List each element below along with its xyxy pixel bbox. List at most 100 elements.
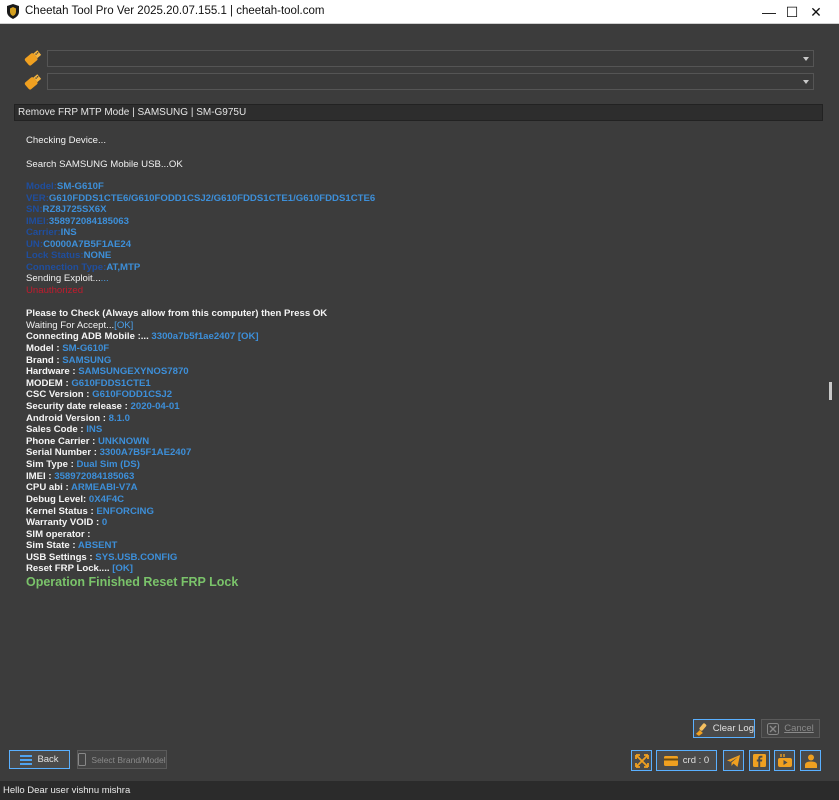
log-line: Lock Status:NONE	[26, 250, 111, 261]
log-value: ABSENT	[77, 540, 118, 551]
log-line: Sales Code : INS	[26, 424, 102, 435]
expand-button[interactable]	[631, 750, 652, 771]
credits-button[interactable]: crd : 0	[656, 750, 717, 771]
log-label: Security date release :	[26, 401, 131, 412]
chevron-down-icon	[803, 57, 809, 61]
shield-logo-icon	[7, 4, 19, 19]
log-line: Checking Device...	[26, 135, 106, 146]
youtube-icon	[777, 754, 792, 767]
log-line: Android Version : 8.1.0	[26, 413, 130, 424]
log-line: Warranty VOID : 0	[26, 517, 107, 528]
menu-icon	[20, 754, 33, 765]
log-line: UN:C0000A7B5F1AE24	[26, 239, 131, 250]
log-label: MODEM :	[26, 378, 72, 389]
log-line: Phone Carrier : UNKNOWN	[26, 436, 149, 447]
log-line: Serial Number : 3300A7B5F1AE2407	[26, 447, 191, 458]
log-value: SYS.USB.CONFIG	[95, 552, 178, 563]
log-value: 3300A7B5F1AE2407	[99, 447, 192, 458]
usb-port-select-1[interactable]	[47, 50, 814, 67]
cancel-button[interactable]: Cancel	[761, 719, 820, 738]
log-label: Connecting ADB Mobile :...	[26, 331, 152, 342]
log-value: C0000A7B5F1AE24	[43, 239, 132, 250]
close-button[interactable]: ✕	[793, 0, 839, 24]
log-label: Phone Carrier :	[26, 436, 98, 447]
log-line: VER:G610FDDS1CTE6/G610FODD1CSJ2/G610FDDS…	[26, 193, 375, 204]
telegram-button[interactable]	[723, 750, 744, 771]
log-label: Please to Check (Always allow from this …	[26, 308, 328, 319]
log-value: Dual Sim (DS)	[76, 459, 140, 470]
window-title: Cheetah Tool Pro Ver 2025.20.07.155.1 | …	[25, 5, 325, 17]
log-line: CPU abi : ARMEABI-V7A	[26, 482, 138, 493]
log-label: Warranty VOID :	[26, 517, 102, 528]
log-line: Sim Type : Dual Sim (DS)	[26, 459, 140, 470]
log-label: Connection Type:	[26, 262, 107, 273]
log-value: NONE	[83, 250, 112, 261]
log-line: Brand : SAMSUNG	[26, 355, 111, 366]
log-label: Checking Device...	[26, 135, 106, 146]
youtube-button[interactable]	[774, 750, 795, 771]
log-label: IMEI:	[26, 216, 49, 227]
facebook-icon	[753, 754, 766, 767]
select-brand-model-button[interactable]: Select Brand/Model	[77, 750, 167, 769]
log-panel[interactable]: Checking Device... Search SAMSUNG Mobile …	[14, 122, 823, 718]
log-line: IMEI : 358972084185063	[26, 471, 134, 482]
mode-bar: Remove FRP MTP Mode | SAMSUNG | SM-G975U	[14, 104, 823, 121]
log-value: SM-G610F	[56, 181, 104, 192]
log-line: Please to Check (Always allow from this …	[26, 308, 327, 319]
facebook-button[interactable]	[749, 750, 770, 771]
log-label: Debug Level:	[26, 494, 89, 505]
log-line: CSC Version : G610FODD1CSJ2	[26, 389, 172, 400]
log-value: G610FDDS1CTE6/G610FODD1CSJ2/G610FDDS1CTE…	[48, 193, 376, 204]
log-label: CPU abi :	[26, 482, 71, 493]
log-value: 8.1.0	[108, 413, 130, 424]
select-brand-model-label: Select Brand/Model	[91, 754, 166, 765]
back-button[interactable]: Back	[9, 750, 70, 769]
credits-label: crd : 0	[682, 755, 710, 766]
log-label: Reset FRP Lock....	[26, 563, 113, 574]
log-label: Model :	[26, 343, 63, 354]
log-label: Sim State :	[26, 540, 78, 551]
log-label: Search SAMSUNG Mobile USB...OK	[26, 159, 183, 170]
log-line: Model : SM-G610F	[26, 343, 109, 354]
usb-icon	[24, 50, 42, 66]
chevron-down-icon	[803, 80, 809, 84]
log-value: ENFORCING	[96, 506, 154, 517]
scrollbar-handle[interactable]	[829, 382, 832, 400]
log-line: Connecting ADB Mobile :... 3300a7b5f1ae2…	[26, 331, 259, 342]
log-value: ARMEABI-V7A	[70, 482, 138, 493]
back-label: Back	[37, 754, 59, 765]
log-line: Reset FRP Lock.... [OK]	[26, 563, 133, 574]
log-line: Search SAMSUNG Mobile USB...OK	[26, 159, 183, 170]
log-line: Unauthorized	[26, 285, 83, 296]
log-value: 0	[101, 517, 108, 528]
clear-log-label: Clear Log	[712, 723, 754, 734]
cancel-label: Cancel	[784, 723, 814, 734]
clear-log-button[interactable]: Clear Log	[693, 719, 755, 738]
log-label: Model:	[26, 181, 57, 192]
close-icon: ✕	[810, 3, 822, 20]
log-value: 358972084185063	[54, 471, 135, 482]
log-label: Sim Type :	[26, 459, 77, 470]
log-label: UN:	[26, 239, 44, 250]
telegram-icon	[727, 754, 740, 767]
log-value: INS	[86, 424, 103, 435]
usb-port-select-2[interactable]	[47, 73, 814, 90]
log-value: 3300a7b5f1ae2407 [OK]	[151, 331, 259, 342]
log-label: Android Version :	[26, 413, 109, 424]
log-value: INS	[60, 227, 77, 238]
credit-card-icon	[663, 755, 678, 766]
log-value: SAMSUNGEXYNOS7870	[78, 366, 189, 377]
log-label: Sending Exploit...	[26, 273, 101, 284]
log-label: Unauthorized	[26, 285, 84, 296]
log-label: SIM operator :	[26, 529, 91, 540]
log-label: Brand :	[26, 355, 63, 366]
log-line: MODEM : G610FDDS1CTE1	[26, 378, 151, 389]
log-line: IMEI:358972084185063	[26, 216, 129, 227]
cancel-icon	[767, 722, 780, 735]
log-line: SIM operator :	[26, 529, 91, 540]
log-value: 358972084185063	[48, 216, 129, 227]
log-value: G610FDDS1CTE1	[71, 378, 151, 389]
user-icon	[804, 754, 817, 768]
user-button[interactable]	[800, 750, 821, 771]
log-label: Waiting For Accept...	[26, 320, 115, 331]
